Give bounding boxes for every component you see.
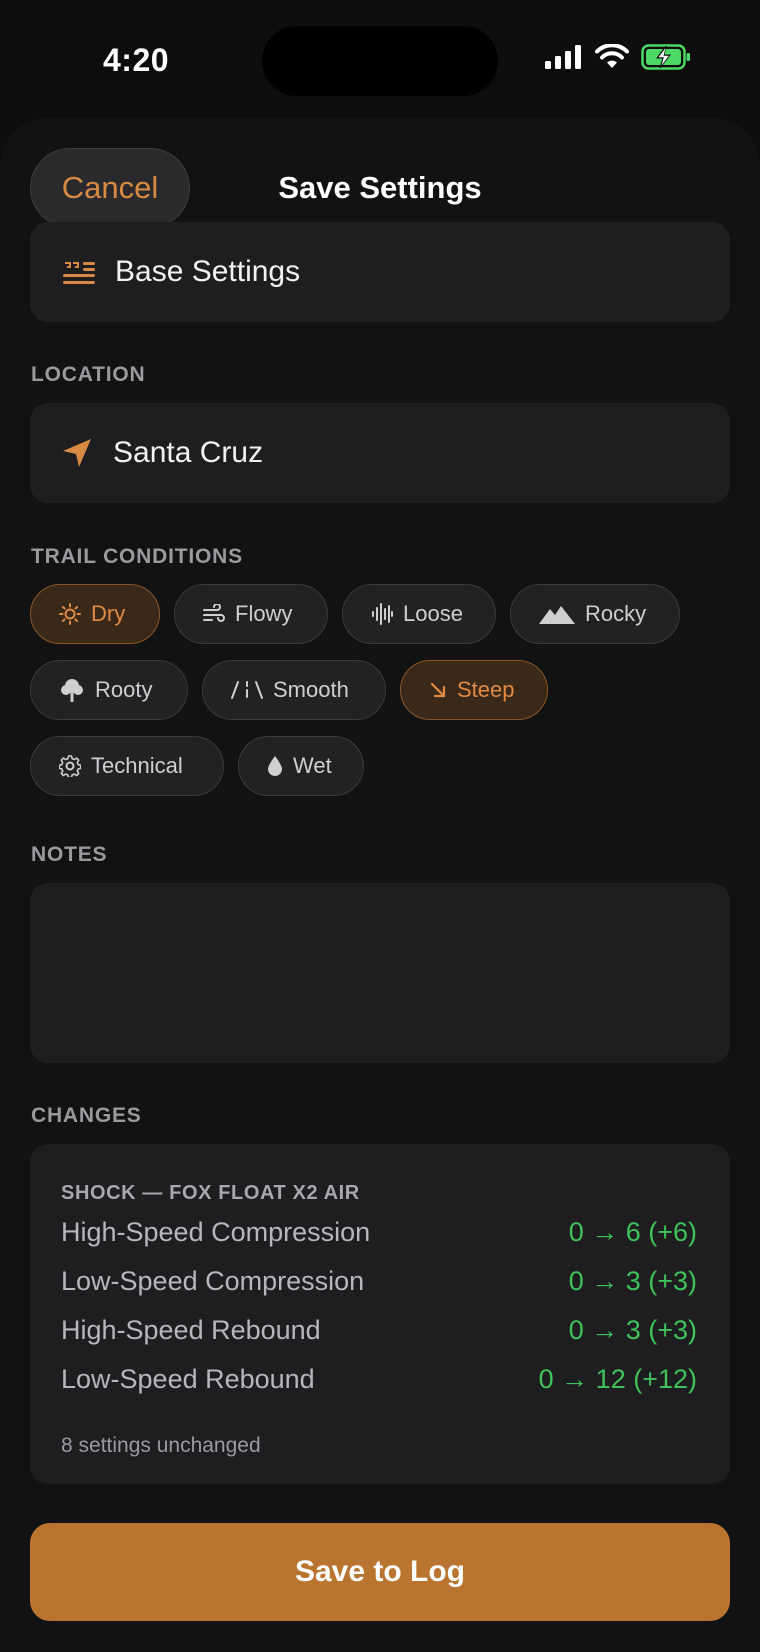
- change-value: 0 → 12 (+12): [538, 1364, 697, 1394]
- status-icons: [545, 44, 691, 70]
- chip-label: Flowy: [235, 601, 293, 626]
- wind-icon: [203, 604, 225, 622]
- changes-section-label: CHANGES: [31, 1104, 142, 1127]
- base-settings-row[interactable]: Base Settings: [30, 222, 730, 322]
- chip-technical[interactable]: Technical: [30, 736, 224, 796]
- battery-charging-icon: [641, 44, 690, 70]
- dynamic-island: [262, 26, 498, 96]
- nav-bar: Cancel Save Settings: [0, 148, 760, 228]
- changes-card: SHOCK — FOX FLOAT X2 AIR High-Speed Comp…: [30, 1144, 730, 1484]
- unchanged-note: 8 settings unchanged: [61, 1434, 261, 1457]
- change-row: Low-Speed Compression 0 → 3 (+3): [61, 1266, 697, 1297]
- change-name: Low-Speed Compression: [61, 1266, 365, 1296]
- chip-label: Rooty: [95, 677, 153, 702]
- list-quote-icon: [63, 262, 95, 284]
- change-name: High-Speed Compression: [61, 1217, 371, 1247]
- changes-group-title: SHOCK — FOX FLOAT X2 AIR: [61, 1182, 360, 1204]
- page-title: Save Settings: [278, 170, 482, 205]
- status-time: 4:20: [103, 42, 170, 78]
- sun-icon: [59, 603, 81, 625]
- location-field[interactable]: Santa Cruz: [30, 403, 730, 503]
- notes-field[interactable]: [30, 883, 730, 1063]
- waveform-icon: [372, 603, 393, 625]
- chip-label: Technical: [91, 753, 183, 778]
- tree-icon: [61, 679, 83, 702]
- arrow-down-right-icon: [430, 682, 446, 698]
- chip-rooty[interactable]: Rooty: [30, 660, 188, 720]
- chip-label: Steep: [457, 677, 515, 702]
- chip-flowy[interactable]: Flowy: [174, 584, 328, 644]
- mountain-icon: [539, 606, 575, 624]
- chip-wet[interactable]: Wet: [238, 736, 364, 796]
- change-value: 0 → 6 (+6): [568, 1217, 697, 1247]
- base-settings-label: Base Settings: [115, 255, 301, 288]
- gear-icon: [59, 755, 81, 777]
- chip-label: Dry: [91, 601, 126, 626]
- cellular-signal-icon: [545, 45, 581, 69]
- chip-label: Rocky: [585, 601, 647, 626]
- change-name: High-Speed Rebound: [61, 1315, 321, 1345]
- change-row: High-Speed Compression 0 → 6 (+6): [61, 1217, 697, 1248]
- road-icon: [231, 681, 263, 699]
- status-bar: 4:20: [0, 0, 760, 120]
- chip-label: Wet: [293, 753, 332, 778]
- trail-conditions-chips: Dry Flowy Loose Rocky Rooty Smooth Steep…: [30, 584, 730, 812]
- change-name: Low-Speed Rebound: [61, 1364, 315, 1394]
- change-row: Low-Speed Rebound 0 → 12 (+12): [61, 1364, 697, 1395]
- chip-label: Loose: [403, 601, 463, 626]
- chip-label: Smooth: [273, 677, 349, 702]
- chip-dry[interactable]: Dry: [30, 584, 160, 644]
- location-value: Santa Cruz: [113, 436, 264, 469]
- chip-loose[interactable]: Loose: [342, 584, 496, 644]
- save-to-log-button[interactable]: Save to Log: [30, 1523, 730, 1621]
- chip-steep[interactable]: Steep: [400, 660, 548, 720]
- location-section-label: LOCATION: [31, 363, 146, 386]
- change-value: 0 → 3 (+3): [568, 1315, 697, 1345]
- drop-icon: [268, 756, 282, 776]
- change-value: 0 → 3 (+3): [568, 1266, 697, 1296]
- chip-rocky[interactable]: Rocky: [510, 584, 680, 644]
- location-arrow-icon: [63, 439, 91, 467]
- trail-conditions-section-label: TRAIL CONDITIONS: [31, 545, 243, 568]
- change-row: High-Speed Rebound 0 → 3 (+3): [61, 1315, 697, 1346]
- notes-section-label: NOTES: [31, 843, 108, 866]
- chip-smooth[interactable]: Smooth: [202, 660, 386, 720]
- wifi-icon: [595, 44, 629, 68]
